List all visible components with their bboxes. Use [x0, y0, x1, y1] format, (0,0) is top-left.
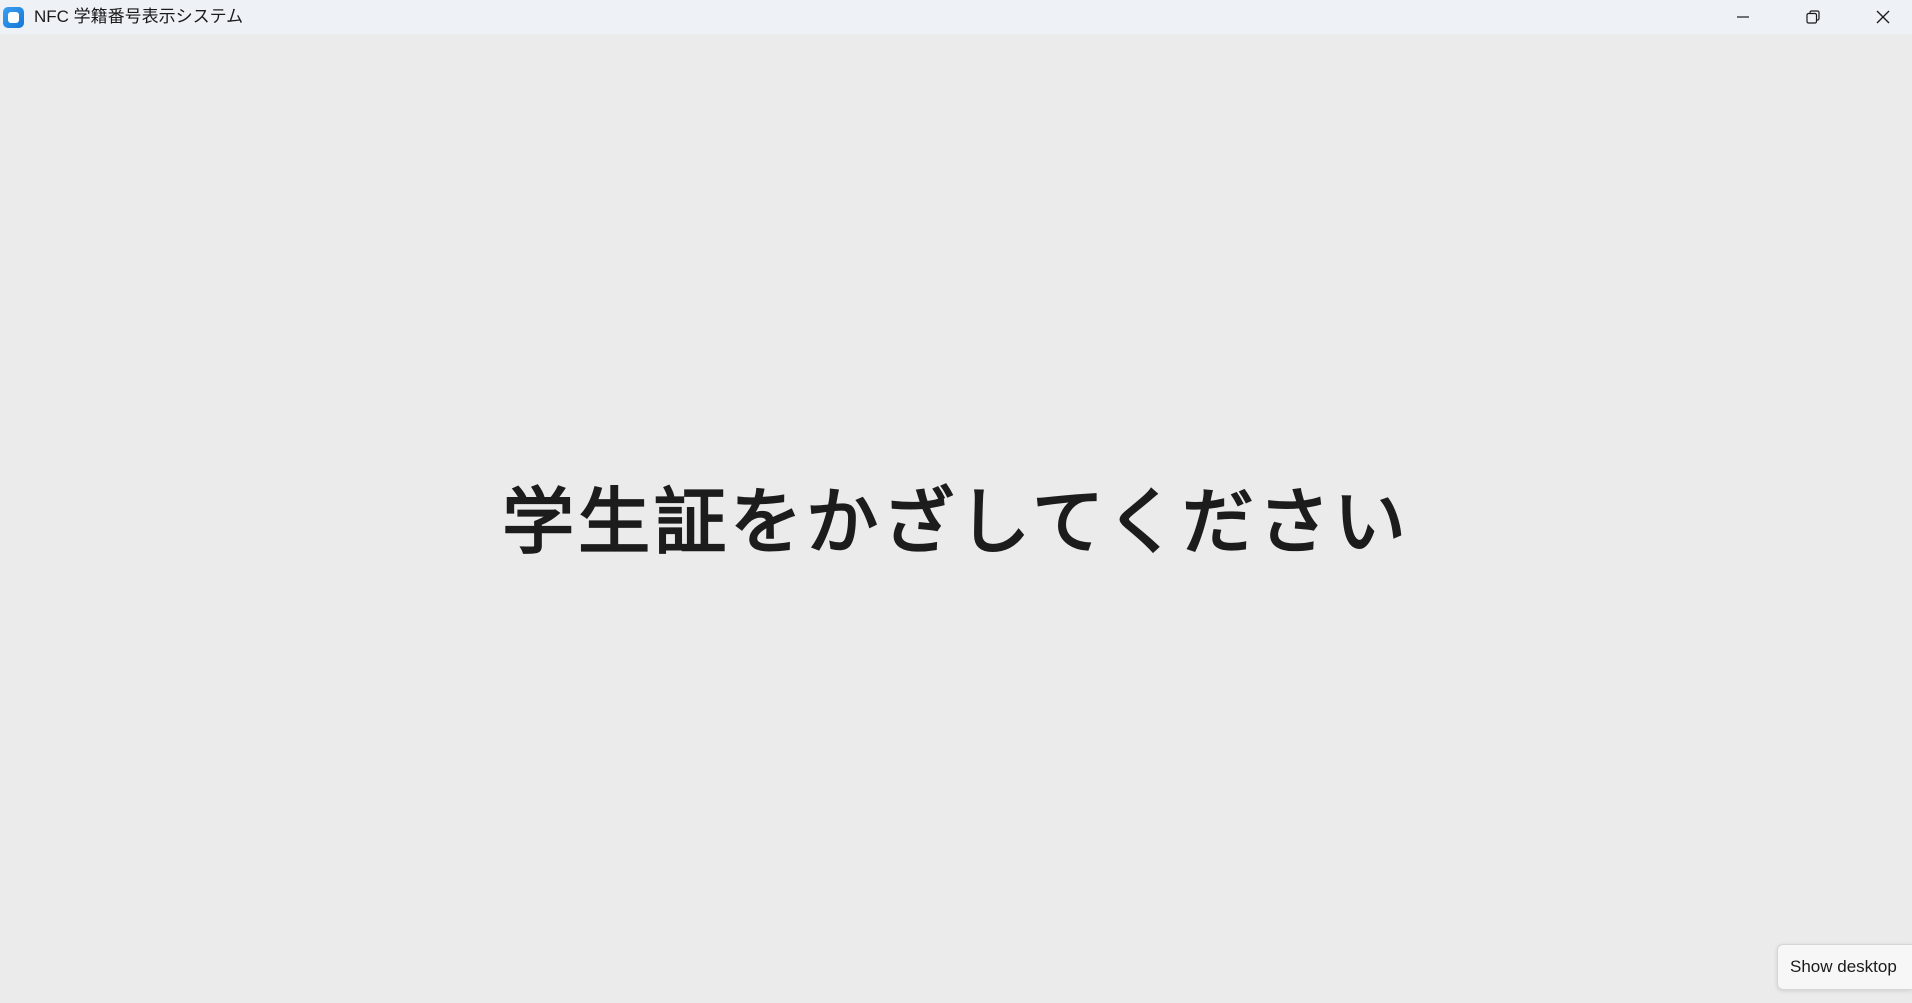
scan-card-prompt: 学生証をかざしてください — [502, 480, 1410, 564]
title-bar[interactable]: NFC 学籍番号表示システム — [0, 0, 1912, 34]
close-icon — [1876, 10, 1890, 24]
window-title: NFC 学籍番号表示システム — [34, 7, 244, 26]
restore-button[interactable] — [1778, 0, 1848, 34]
app-icon-glyph — [8, 12, 19, 23]
show-desktop-tooltip: Show desktop — [1777, 944, 1912, 990]
minimize-button[interactable] — [1708, 0, 1778, 34]
app-window: NFC 学籍番号表示システム 学生証をかざしてください Show desktop — [0, 0, 1912, 1003]
close-button[interactable] — [1848, 0, 1912, 34]
app-icon — [3, 7, 24, 28]
restore-icon — [1806, 10, 1820, 24]
minimize-icon — [1737, 16, 1749, 18]
